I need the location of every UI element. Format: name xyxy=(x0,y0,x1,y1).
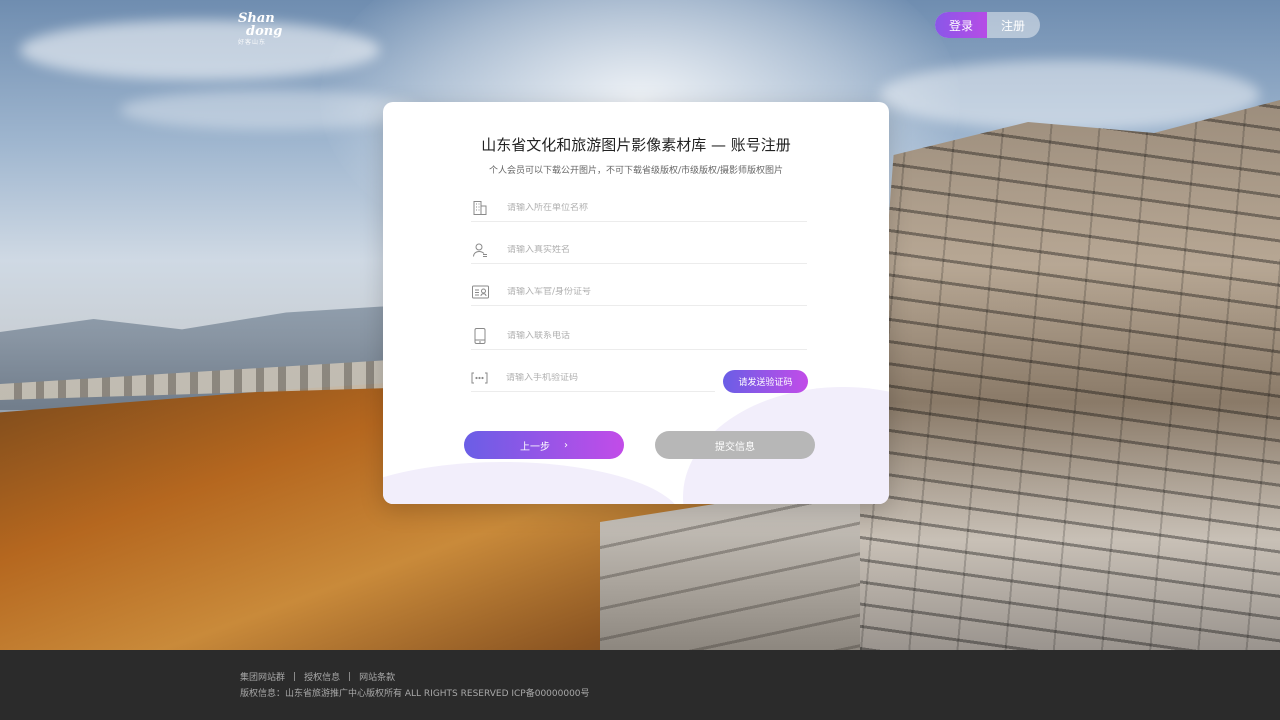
chevron-right-icon: › xyxy=(564,439,568,451)
sms-code-input[interactable] xyxy=(506,372,715,383)
stone-fortress-wall xyxy=(860,100,1280,650)
logo-line-3: 好客山东 xyxy=(238,39,267,46)
registration-card: 山东省文化和旅游图片影像素材库 — 账号注册 个人会员可以下载公开图片，不可下载… xyxy=(383,102,889,504)
sms-code-icon xyxy=(471,369,488,387)
cloud xyxy=(880,60,1260,130)
previous-step-button[interactable]: 上一步 › xyxy=(464,431,624,459)
id-number-input[interactable] xyxy=(507,286,747,297)
footer-links: 集团网站群 | 授权信息 | 网站条款 xyxy=(240,670,395,684)
user-icon xyxy=(471,241,489,259)
submit-button[interactable]: 提交信息 xyxy=(655,431,815,459)
page-title: 山东省文化和旅游图片影像素材库 — 账号注册 xyxy=(481,136,791,154)
footer-link-terms[interactable]: 网站条款 xyxy=(359,670,395,683)
send-code-button[interactable]: 请发送验证码 xyxy=(723,370,808,393)
previous-step-label: 上一步 xyxy=(520,441,550,453)
register-button[interactable]: 注册 xyxy=(987,12,1039,38)
decorative-wave xyxy=(383,462,683,504)
page-subtitle: 个人会员可以下载公开图片，不可下载省级版权/市级版权/摄影师版权图片 xyxy=(488,166,784,176)
footer-link-license[interactable]: 授权信息 xyxy=(304,670,340,683)
footer: 集团网站群 | 授权信息 | 网站条款 版权信息：山东省旅游推广中心版权所有 A… xyxy=(0,650,1280,720)
cloud xyxy=(120,90,420,130)
phone-icon xyxy=(471,327,489,345)
copyright-text: 版权信息：山东省旅游推广中心版权所有 ALL RIGHTS RESERVED I… xyxy=(240,689,590,699)
auth-switch: 登录 注册 xyxy=(935,12,1040,38)
logo-line-2: dong xyxy=(246,24,283,39)
organization-input[interactable] xyxy=(507,202,747,213)
sms-code-field xyxy=(471,364,715,392)
shandong-logo[interactable]: Shan dong 好客山东 xyxy=(238,12,283,50)
id-card-icon xyxy=(471,283,489,301)
cloud xyxy=(20,20,380,80)
footer-link-group-sites[interactable]: 集团网站群 xyxy=(240,670,285,683)
real-name-field xyxy=(471,236,807,264)
id-number-field xyxy=(471,278,807,306)
organization-field xyxy=(471,194,807,222)
building-icon xyxy=(471,199,489,217)
phone-input[interactable] xyxy=(507,330,747,341)
footer-separator: | xyxy=(293,671,297,682)
phone-field xyxy=(471,322,807,350)
footer-separator: | xyxy=(348,671,352,682)
real-name-input[interactable] xyxy=(507,244,747,255)
login-button[interactable]: 登录 xyxy=(935,12,987,38)
